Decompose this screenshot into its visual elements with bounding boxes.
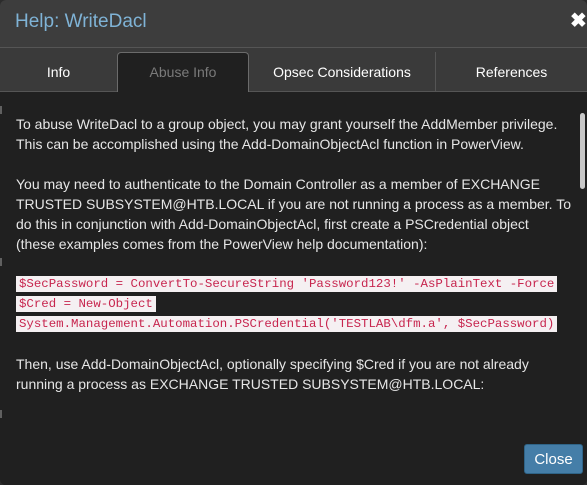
tab-content: To abuse WriteDacl to a group object, yo… [0,92,587,440]
tab-references[interactable]: References [436,52,587,92]
code-line: $SecPassword = ConvertTo-SecureString 'P… [16,276,558,292]
dialog-header: Help: WriteDacl ✖ [0,0,587,48]
code-line: $Cred = New-Object [16,296,156,312]
paragraph-then: Then, use Add-DomainObjectAcl, optionall… [16,356,529,392]
code-block: $SecPassword = ConvertTo-SecureString 'P… [16,274,571,334]
left-edge-marker [0,258,2,266]
paragraph-intro: To abuse WriteDacl to a group object, yo… [16,116,558,152]
tab-bar: Info Abuse Info Opsec Considerations Ref… [0,48,587,92]
tab-info[interactable]: Info [0,52,117,92]
code-line: System.Management.Automation.PSCredentia… [16,316,558,332]
tab-abuse-info[interactable]: Abuse Info [117,52,249,92]
paragraph-authenticate: You may need to authenticate to the Doma… [16,176,571,252]
close-icon[interactable]: ✖ [570,11,587,31]
help-dialog: Help: WriteDacl ✖ Info Abuse Info Opsec … [0,0,587,485]
abuse-info-text: To abuse WriteDacl to a group object, yo… [16,114,571,414]
left-edge-marker [0,410,2,418]
tab-opsec-considerations[interactable]: Opsec Considerations [249,52,435,92]
close-button[interactable]: Close [524,444,583,474]
dialog-footer [0,440,587,485]
scrollbar-thumb[interactable] [580,113,585,189]
dialog-title: Help: WriteDacl [15,11,147,32]
left-edge-marker [0,106,2,114]
